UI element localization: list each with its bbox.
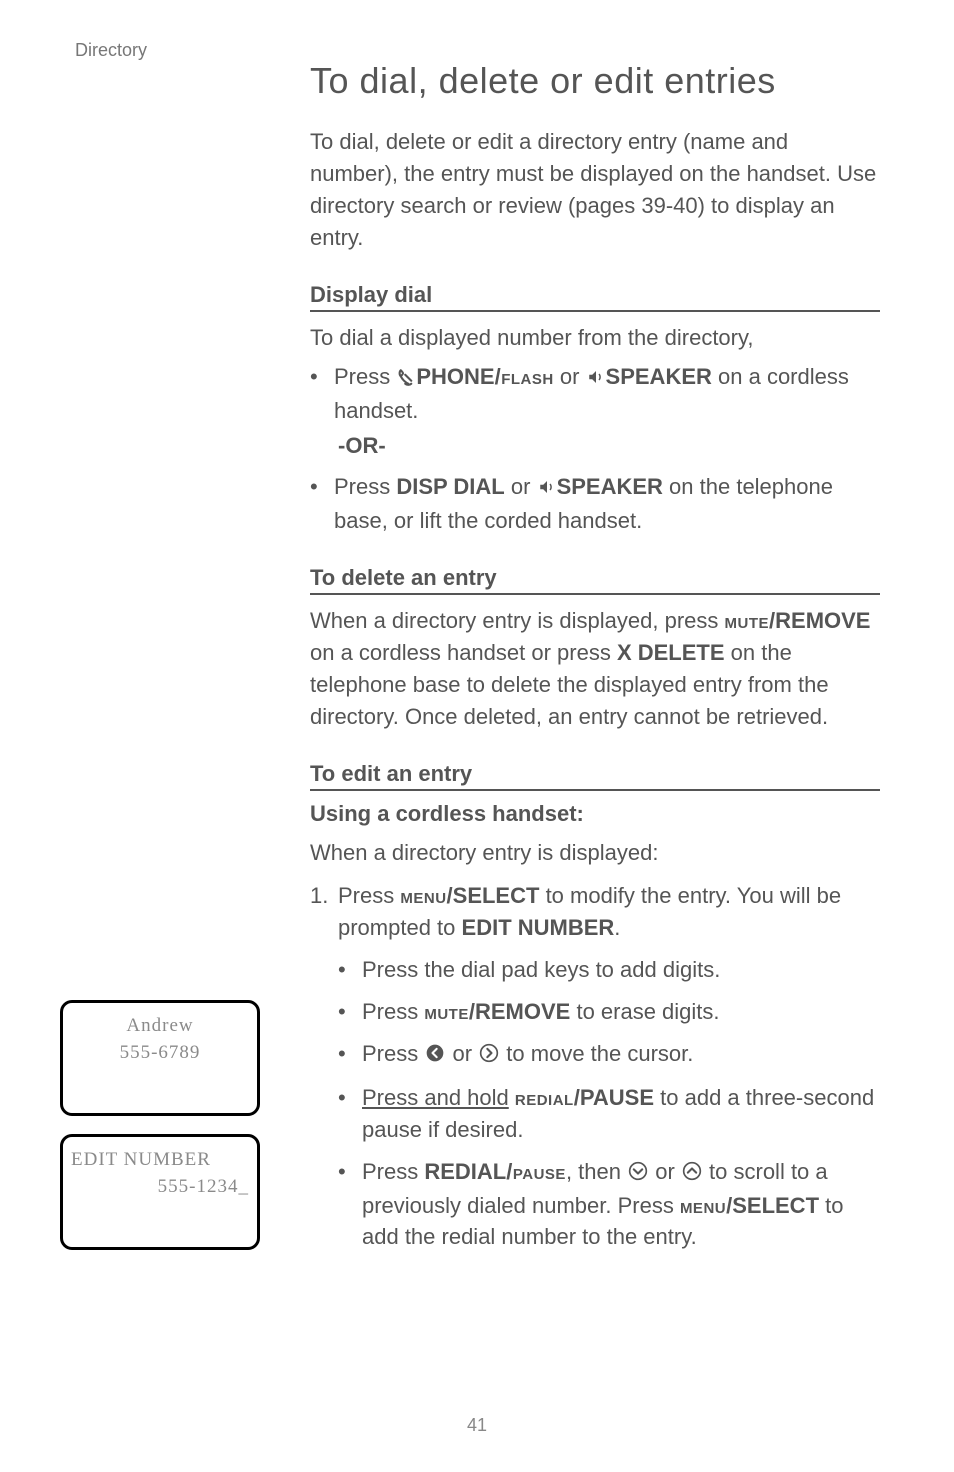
speaker-icon [587,363,605,395]
text: on a cordless handset or press [310,640,617,665]
text: Press [362,1041,424,1066]
edit-step-1: 1. Press MENU/SELECT to modify the entry… [310,880,880,944]
edit-sub-5: • Press REDIAL/PAUSE, then or to scroll … [338,1156,880,1254]
nav-left-icon [425,1040,445,1072]
page-title: To dial, delete or edit entries [310,60,880,102]
header-category: Directory [75,40,147,61]
disp-dial-label: DISP DIAL [396,474,504,499]
nav-right-icon [479,1040,499,1072]
bullet-dot: • [338,1156,362,1254]
nav-up-icon [682,1158,702,1190]
edit-number-label: EDIT NUMBER [462,915,615,940]
lcd-line: EDIT NUMBER [71,1147,249,1174]
select-label: /SELECT [726,1193,819,1218]
phone-label: PHONE [416,364,494,389]
text: Press [338,883,400,908]
step-number: 1. [310,880,338,944]
display-dial-bullet-2: • Press DISP DIAL or SPEAKER on the tele… [310,471,880,537]
intro-paragraph: To dial, delete or edit a directory entr… [310,126,880,254]
text: . [614,915,620,940]
bullet-dot: • [310,361,334,427]
mute-label: MUTE [725,608,770,633]
text: Press [334,474,396,499]
remove-label: /REMOVE [469,999,570,1024]
speaker-label: SPEAKER [557,474,663,499]
text: , then [566,1159,627,1184]
bullet-dot: • [338,1038,362,1072]
text: or [452,1041,478,1066]
speaker-label: SPEAKER [606,364,712,389]
delete-paragraph: When a directory entry is displayed, pre… [310,605,880,733]
edit-sub-4: • Press and hold REDIAL/PAUSE to add a t… [338,1082,880,1146]
press-hold-text: Press and hold [362,1085,509,1110]
menu-label: MENU [680,1193,726,1218]
text: Press [334,364,396,389]
section-head-edit: To edit an entry [310,761,880,791]
text: When a directory entry is displayed, pre… [310,608,725,633]
edit-sub-2: • Press MUTE/REMOVE to erase digits. [338,996,880,1028]
bullet-dot: • [338,996,362,1028]
text: or [560,364,586,389]
text: or [511,474,537,499]
pause-label: /PAUSE [574,1085,654,1110]
bullet-dot: • [338,1082,362,1146]
main-content: To dial, delete or edit entries To dial,… [310,60,880,1263]
text: or [655,1159,681,1184]
text: to erase digits. [576,999,719,1024]
speaker-icon [538,473,556,505]
lcd-screen-1: Andrew 555-6789 [60,1000,260,1116]
edit-sub-3: • Press or to move the cursor. [338,1038,880,1072]
subhead-cordless: Using a cordless handset: [310,801,880,827]
text: Press the dial pad keys to add digits. [362,954,880,986]
bullet-dot: • [310,471,334,537]
nav-down-icon [628,1158,648,1190]
lcd-screen-2: EDIT NUMBER 555-1234_ [60,1134,260,1250]
menu-label: MENU [400,883,446,908]
display-dial-bullet-1: • Press PHONE/FLASH or SPEAKER on a cord… [310,361,880,427]
sidebar: Andrew 555-6789 EDIT NUMBER 555-1234_ [60,1000,260,1268]
or-separator: -OR- [338,433,880,459]
display-dial-lead: To dial a displayed number from the dire… [310,322,880,354]
redial-label: REDIAL [424,1159,506,1184]
mute-label: MUTE [424,999,469,1024]
page-number: 41 [0,1415,954,1436]
select-label: /SELECT [447,883,540,908]
pause-label: /PAUSE [506,1159,566,1184]
phone-icon [397,363,415,395]
flash-label: /FLASH [495,364,554,389]
edit-sub-1: • Press the dial pad keys to add digits. [338,954,880,986]
lcd-line: 555-1234_ [71,1174,249,1201]
lcd-line: 555-6789 [71,1040,249,1067]
redial-label: REDIAL [515,1085,574,1110]
text: Press [362,999,424,1024]
bullet-dot: • [338,954,362,986]
section-head-delete: To delete an entry [310,565,880,595]
lcd-line: Andrew [71,1013,249,1040]
section-head-display-dial: Display dial [310,282,880,312]
edit-lead: When a directory entry is displayed: [310,837,880,869]
text: Press [362,1159,424,1184]
xdelete-label: X DELETE [617,640,725,665]
remove-label: /REMOVE [769,608,870,633]
text: to move the cursor. [506,1041,693,1066]
